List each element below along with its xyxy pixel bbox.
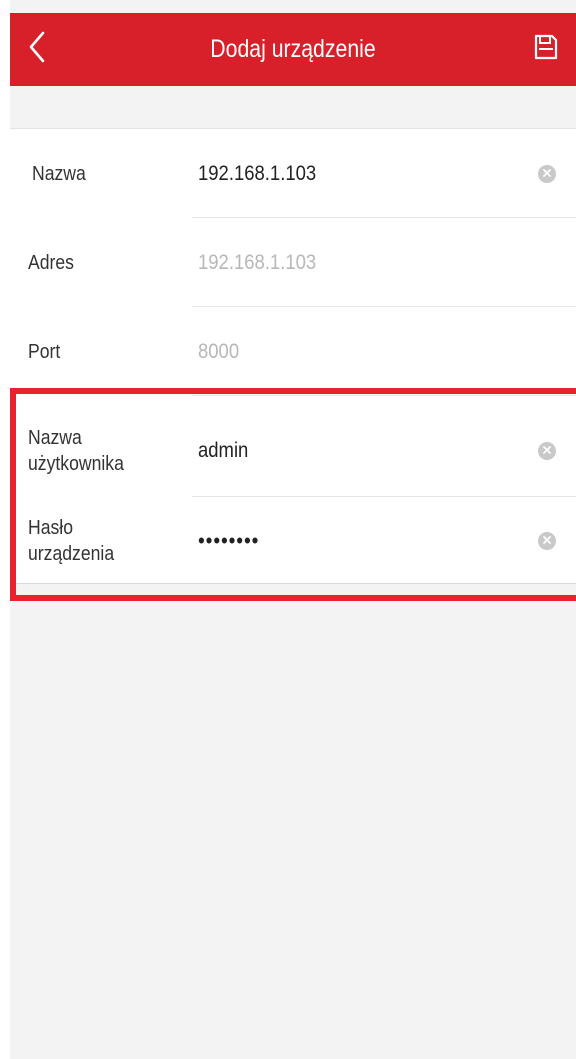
clear-icon	[542, 532, 552, 550]
username-input[interactable]: admin	[198, 404, 248, 497]
screen: Dodaj urządzenie Nazwa 192.168.1.103 Adr…	[10, 0, 576, 1059]
chevron-left-icon	[28, 31, 46, 68]
name-input[interactable]: 192.168.1.103	[198, 129, 316, 218]
password-input[interactable]: ••••••••	[198, 497, 259, 584]
back-button[interactable]	[20, 29, 54, 69]
clear-icon	[542, 442, 552, 460]
field-row-username: Nazwa użytkownika admin	[10, 396, 576, 497]
field-row-name: Nazwa 192.168.1.103	[10, 129, 576, 218]
field-row-password: Hasło urządzenia ••••••••	[10, 497, 576, 584]
page-title: Dodaj urządzenie	[210, 35, 376, 63]
app-header: Dodaj urządzenie	[10, 13, 576, 86]
section-spacer	[10, 86, 576, 129]
address-input[interactable]: 192.168.1.103	[198, 218, 316, 307]
password-label: Hasło urządzenia	[28, 497, 160, 584]
divider	[10, 583, 576, 584]
username-label: Nazwa użytkownika	[28, 404, 160, 497]
clear-icon	[542, 165, 552, 183]
username-label-text: Nazwa użytkownika	[28, 426, 124, 475]
device-form: Nazwa 192.168.1.103 Adres 192.168.1.103 …	[10, 129, 576, 584]
port-label: Port	[28, 340, 61, 363]
name-label: Nazwa	[32, 162, 86, 185]
clear-username-button[interactable]	[538, 441, 556, 460]
field-row-address: Adres 192.168.1.103	[10, 218, 576, 307]
address-label: Adres	[28, 251, 74, 274]
clear-name-button[interactable]	[538, 164, 556, 183]
clear-password-button[interactable]	[538, 531, 556, 550]
password-label-text: Hasło urządzenia	[28, 516, 115, 565]
field-row-port: Port 8000	[10, 307, 576, 396]
port-input[interactable]: 8000	[198, 307, 239, 396]
floppy-disk-icon	[534, 34, 558, 65]
save-button[interactable]	[530, 33, 562, 65]
